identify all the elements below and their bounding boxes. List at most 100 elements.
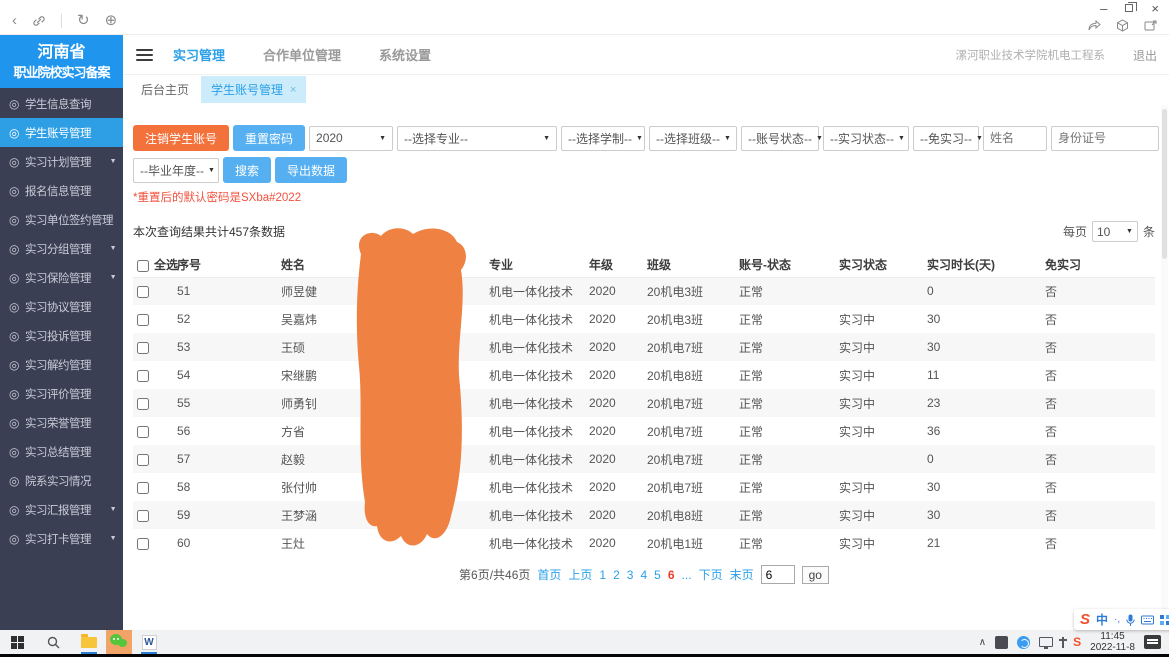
page-number-link[interactable]: 1 (599, 568, 606, 582)
ime-punctuation-icon[interactable]: ·, (1114, 614, 1120, 625)
cancel-account-button[interactable]: 注销学生账号 (133, 125, 229, 151)
hamburger-menu-icon[interactable] (136, 49, 153, 61)
restore-button[interactable] (1125, 4, 1133, 12)
cell-id-number (365, 333, 485, 361)
module-tab[interactable]: 合作单位管理 (263, 45, 341, 64)
toolbox-grid-icon[interactable] (1160, 615, 1169, 625)
share-icon[interactable] (1088, 20, 1101, 32)
row-checkbox[interactable] (137, 342, 149, 354)
hidden-icons-chevron[interactable]: ∧ (979, 637, 986, 648)
row-checkbox[interactable] (137, 370, 149, 382)
sidebar-menu-item[interactable]: ◎ 报名信息管理 ▼ (0, 176, 123, 205)
schooling-select[interactable]: --选择学制--▼ (561, 126, 645, 151)
class-select[interactable]: --选择班级--▼ (649, 126, 737, 151)
year-select[interactable]: 2020▼ (309, 126, 393, 151)
row-checkbox[interactable] (137, 398, 149, 410)
cell-account-status: 正常 (735, 333, 835, 361)
sidebar-menu-item[interactable]: ◎ 学生信息查询 ▼ (0, 89, 123, 118)
tray-device-icon[interactable] (1062, 637, 1064, 648)
export-button[interactable]: 导出数据 (275, 157, 347, 183)
id-number-input[interactable] (1051, 126, 1159, 151)
popup-window-icon[interactable] (1144, 20, 1157, 32)
close-button[interactable]: × (1151, 1, 1159, 16)
per-page-select[interactable]: 10▼ (1092, 221, 1138, 242)
sidebar-menu-item[interactable]: ◎ 实习分组管理 ▼ (0, 234, 123, 263)
tray-icon[interactable] (995, 636, 1008, 649)
module-tab[interactable]: 系统设置 (379, 45, 431, 64)
sidebar-menu-item[interactable]: ◎ 实习打卡管理 ▼ (0, 524, 123, 553)
refresh-icon[interactable]: ↻ (77, 13, 90, 29)
globe-icon[interactable]: ⊕ (105, 13, 118, 29)
tray-sync-icon[interactable] (1017, 636, 1030, 649)
grad-year-select[interactable]: --毕业年度--▼ (133, 158, 219, 183)
ime-language-toggle[interactable]: 中 (1096, 611, 1108, 628)
scrollbar[interactable] (1161, 105, 1168, 625)
sidebar-menu-item[interactable]: ◎ 实习计划管理 ▼ (0, 147, 123, 176)
cell-grade: 2020 (585, 445, 643, 473)
link-icon[interactable] (32, 14, 46, 28)
microphone-icon[interactable] (1126, 614, 1135, 626)
sidebar-menu-item[interactable]: ◎ 院系实习情况 ▼ (0, 466, 123, 495)
page-number-link[interactable]: 5 (654, 568, 661, 582)
sidebar-menu-item[interactable]: ◎ 实习保险管理 ▼ (0, 263, 123, 292)
tab-backend-home[interactable]: 后台主页 (129, 76, 201, 103)
wechat-button[interactable] (106, 630, 132, 654)
start-button[interactable] (4, 630, 30, 654)
module-tab[interactable]: 实习管理 (173, 45, 225, 64)
sidebar-menu-item[interactable]: ◎ 实习单位签约管理 ▼ (0, 205, 123, 234)
taskbar-clock[interactable]: 11:45 2022-11-8 (1090, 631, 1135, 653)
word-button[interactable]: W (136, 630, 162, 654)
sidebar-menu-item[interactable]: ◎ 实习协议管理 ▼ (0, 292, 123, 321)
tray-sogou-icon[interactable]: S (1073, 635, 1081, 649)
page-number-link[interactable]: 4 (640, 568, 647, 582)
first-page-link[interactable]: 首页 (537, 566, 561, 583)
tab-student-account[interactable]: 学生账号管理 × (201, 76, 306, 103)
chevron-down-icon: ▼ (110, 245, 116, 252)
page-number-link[interactable]: 3 (627, 568, 634, 582)
tray-display-icon[interactable] (1039, 637, 1053, 647)
account-status-select[interactable]: --账号状态--▼ (741, 126, 819, 151)
scrollbar-thumb[interactable] (1162, 109, 1167, 259)
sidebar-menu-item[interactable]: ◎ 实习荣誉管理 ▼ (0, 408, 123, 437)
ime-toolbar[interactable]: S 中 ·, (1074, 609, 1169, 630)
chevron-down-icon: ▼ (110, 535, 116, 542)
goto-page-input[interactable] (761, 565, 795, 584)
next-page-link[interactable]: 下页 (699, 566, 723, 583)
page-number-link[interactable]: 2 (613, 568, 620, 582)
exempt-select[interactable]: --免实习--▼ (913, 126, 979, 151)
major-select[interactable]: --选择专业--▼ (397, 126, 557, 151)
keyboard-icon[interactable] (1141, 615, 1154, 625)
sidebar-menu-item[interactable]: ◎ 实习评价管理 ▼ (0, 379, 123, 408)
logout-button[interactable]: 退出 (1133, 47, 1157, 64)
sogou-logo-icon[interactable]: S (1080, 611, 1090, 628)
close-icon[interactable]: × (290, 84, 296, 96)
name-input[interactable] (983, 126, 1047, 151)
row-checkbox[interactable] (137, 314, 149, 326)
sidebar-menu-item[interactable]: ◎ 实习总结管理 ▼ (0, 437, 123, 466)
intern-status-select[interactable]: --实习状态--▼ (823, 126, 909, 151)
search-button[interactable]: 搜索 (223, 157, 271, 183)
row-checkbox[interactable] (137, 286, 149, 298)
cell-grade: 2020 (585, 305, 643, 333)
row-checkbox[interactable] (137, 538, 149, 550)
row-checkbox[interactable] (137, 426, 149, 438)
back-icon[interactable]: ‹ (12, 13, 17, 29)
row-checkbox[interactable] (137, 510, 149, 522)
sidebar-menu-item[interactable]: ◎ 实习汇报管理 ▼ (0, 495, 123, 524)
last-page-link[interactable]: 末页 (730, 566, 754, 583)
reset-password-button[interactable]: 重置密码 (233, 125, 305, 151)
select-all-checkbox[interactable] (137, 260, 149, 272)
prev-page-link[interactable]: 上页 (568, 566, 592, 583)
taskbar-search-button[interactable] (40, 630, 66, 654)
go-button[interactable]: go (802, 566, 829, 584)
row-checkbox[interactable] (137, 482, 149, 494)
sidebar-menu-item[interactable]: ◎ 学生账号管理 ▼ (0, 118, 123, 147)
sidebar-menu-item[interactable]: ◎ 实习投诉管理 ▼ (0, 321, 123, 350)
notification-center-icon[interactable] (1144, 635, 1161, 649)
row-checkbox[interactable] (137, 454, 149, 466)
page-number-link[interactable]: 6 (668, 568, 675, 582)
sidebar-menu-item[interactable]: ◎ 实习解约管理 ▼ (0, 350, 123, 379)
minimize-button[interactable]: – (1100, 1, 1107, 16)
file-explorer-button[interactable] (76, 630, 102, 654)
box-icon[interactable] (1116, 19, 1129, 32)
